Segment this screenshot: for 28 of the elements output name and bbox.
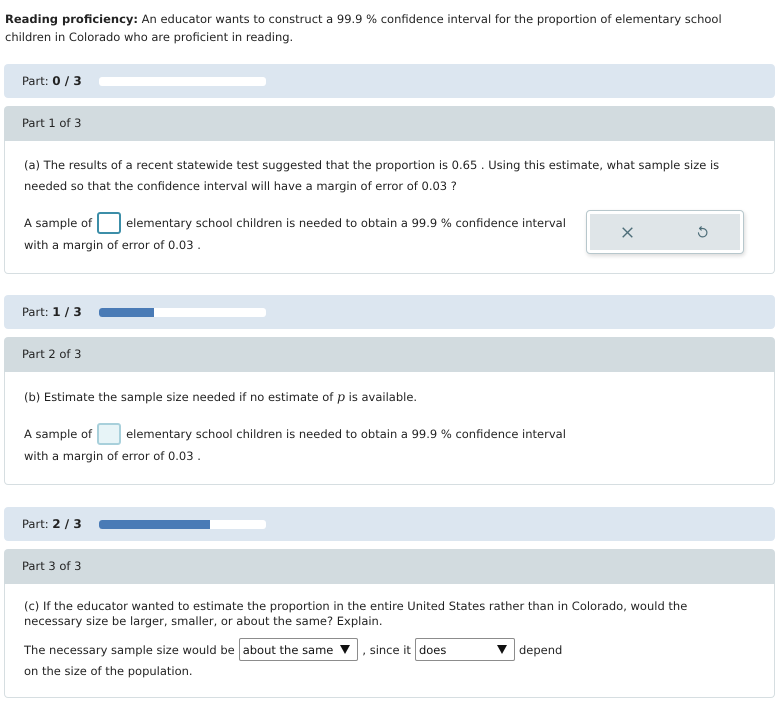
caret-icon [496, 645, 507, 654]
answer-text: elementary school children is needed to obtain a 99.9 % confidence interval [126, 426, 566, 440]
part-header: Part 2 of 3 [4, 337, 775, 372]
answer-text: on the size of the population. [24, 664, 193, 678]
answer-text: The necessary sample size would be [24, 642, 235, 656]
answer-text: A sample of [24, 426, 92, 440]
question-text: (a) The results of a recent statewide test suggested that the proportion is 0.65 . Using this estimate, what sample size is needed so that the confidence interval will have a margin of error of 0.03 ? [24, 157, 720, 195]
answer-text: with a margin of error of 0.03 . [24, 449, 201, 463]
progress-label: Part: 2 / 3 [22, 517, 82, 531]
progress-label: Part: 0 / 3 [22, 74, 82, 88]
part-header: Part 1 of 3 [4, 106, 775, 141]
dropdown[interactable]: does [414, 638, 515, 661]
answer-text: depend [518, 642, 562, 656]
question-text: (b) Estimate the sample size needed if no estimate of p is available. [24, 388, 418, 406]
answer-text: elementary school children is needed to obtain a 99.9 % confidence interval [126, 216, 566, 230]
answer-text: A sample of [24, 216, 92, 230]
answer-text: , since it [362, 642, 411, 656]
caret-icon [340, 645, 350, 654]
answer-field[interactable] [97, 212, 122, 234]
close-icon [622, 226, 633, 238]
question-text: (c) If the educator wanted to estimate the proportion in the entire United States rather than in Colorado, would the necessary size be larger, smaller, or about the same? Explain. [24, 599, 688, 629]
dropdown[interactable]: about the same [238, 638, 358, 661]
undo-icon [697, 226, 708, 238]
answer-text: with a margin of error of 0.03 . [24, 238, 201, 252]
part-header: Part 3 of 3 [4, 549, 775, 584]
progress-label: Part: 1 / 3 [22, 305, 82, 319]
answer-field[interactable] [97, 422, 122, 444]
intro-text: Reading proficiency: An educator wants to construct a 99.9 % confidence interval for the proportion of elementary school children in Colorado who are proficient in reading. [4, 11, 723, 46]
